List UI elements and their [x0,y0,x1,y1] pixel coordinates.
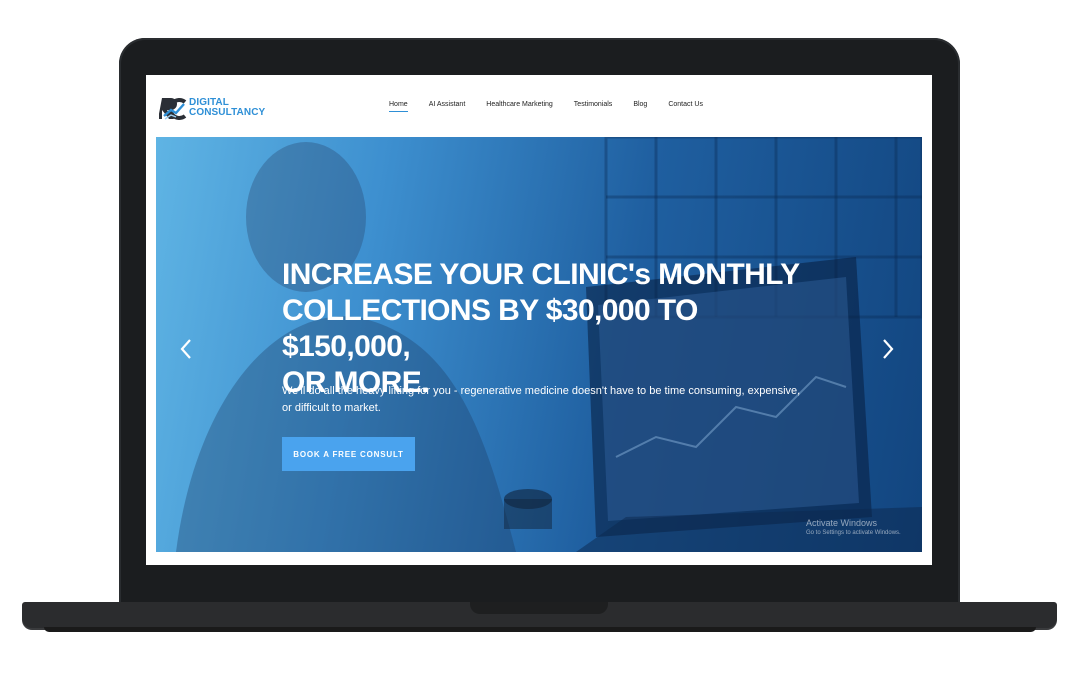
hero-slider: INCREASE YOUR CLINIC's MONTHLY COLLECTIO… [156,137,922,552]
chevron-right-icon[interactable] [880,336,896,362]
nav-item-contact-us[interactable]: Contact Us [668,101,703,112]
watermark-title: Activate Windows [806,518,878,528]
book-free-consult-button[interactable]: BOOK A FREE CONSULT [282,437,415,471]
hero-title: INCREASE YOUR CLINIC's MONTHLY COLLECTIO… [282,257,822,401]
brand-name-line2: CONSULTANCY [189,107,266,118]
hero-title-line1: INCREASE YOUR CLINIC's MONTHLY [282,258,800,291]
nav-item-home[interactable]: Home [389,101,408,112]
laptop-screen: DIGITAL CONSULTANCY Home AI Assistant He… [146,75,932,565]
windows-activation-watermark: Activate Windows Go to Settings to activ… [806,518,901,537]
nav-item-ai-assistant[interactable]: AI Assistant [429,101,466,112]
site-header: DIGITAL CONSULTANCY Home AI Assistant He… [146,75,932,137]
brand-name: DIGITAL CONSULTANCY [189,98,265,118]
laptop-base-shadow [44,627,1036,632]
watermark-subtitle: Go to Settings to activate Windows. [806,530,901,536]
hero-subtitle: We'll do all the heavy lifting for you -… [282,385,801,414]
rc-monogram-icon [158,94,187,122]
nav-item-testimonials[interactable]: Testimonials [574,101,613,112]
nav-item-healthcare-marketing[interactable]: Healthcare Marketing [486,101,553,112]
main-nav: Home AI Assistant Healthcare Marketing T… [389,101,724,112]
hero-title-line2: COLLECTIONS BY $30,000 TO $150,000, [282,294,698,363]
brand-logo[interactable]: DIGITAL CONSULTANCY [158,94,265,122]
chevron-left-icon[interactable] [178,336,194,362]
nav-item-blog[interactable]: Blog [633,101,647,112]
laptop-notch [470,602,608,614]
